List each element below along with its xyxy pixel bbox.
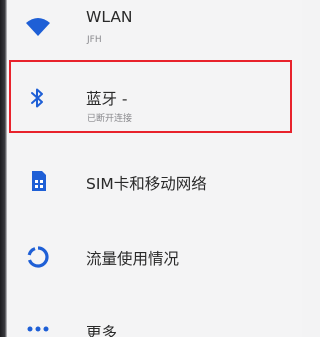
settings-item-data-usage[interactable]: 流量使用情况 — [7, 222, 302, 297]
highlight-box — [9, 60, 292, 133]
more-icon — [25, 316, 51, 337]
wifi-icon — [25, 14, 51, 40]
settings-item-subtitle: JFH — [87, 35, 102, 45]
settings-screen: WLAN JFH 蓝牙 - 已断开连接 SIM卡和移动网络 流量使用情况 更多 — [7, 0, 302, 337]
device-bezel — [0, 0, 7, 337]
settings-item-sim[interactable]: SIM卡和移动网络 — [7, 142, 302, 222]
settings-item-more[interactable]: 更多 — [7, 300, 302, 337]
sim-card-icon — [25, 168, 51, 194]
settings-item-title: 更多 — [86, 324, 118, 337]
settings-item-title: SIM卡和移动网络 — [86, 175, 207, 193]
settings-item-title: WLAN — [86, 8, 133, 26]
settings-item-title: 流量使用情况 — [86, 250, 180, 268]
data-usage-icon — [25, 244, 51, 270]
settings-item-wlan[interactable]: WLAN JFH — [7, 0, 302, 60]
